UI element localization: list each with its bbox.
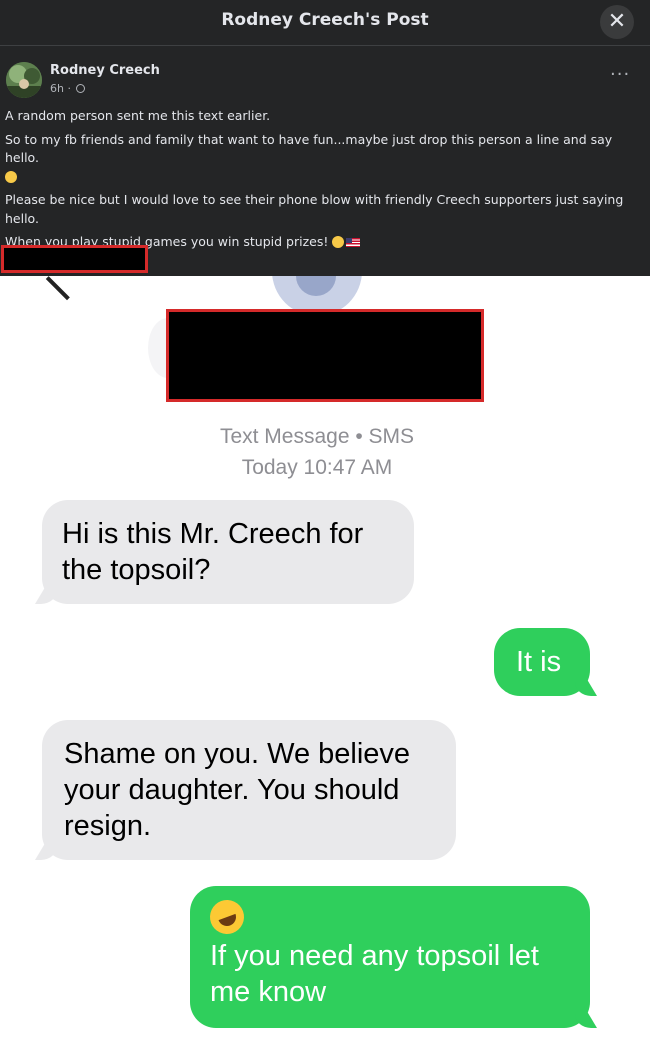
- meta-separator: ·: [67, 82, 71, 95]
- post-paragraph-text: So to my fb friends and family that want…: [5, 131, 613, 166]
- outgoing-message: If you need any topsoil let me know: [190, 886, 590, 1028]
- globe-icon: [76, 84, 86, 93]
- post-paragraph: So to my fb friends and family that want…: [5, 131, 641, 187]
- more-options-icon[interactable]: ···: [610, 66, 630, 84]
- back-chevron-icon: [45, 276, 89, 301]
- post-paragraph: Please be nice but I would love to see t…: [5, 192, 624, 226]
- post-title-bar: Rodney Creech's Post ✕: [0, 0, 650, 46]
- incoming-message: Shame on you. We believe your daughter. …: [42, 720, 456, 860]
- post-paragraph: A random person sent me this text earlie…: [5, 108, 271, 123]
- message-screenshot: Text Message • SMS Today 10:47 AM Hi is …: [0, 276, 650, 1055]
- author-avatar[interactable]: [6, 62, 42, 98]
- post-text: A random person sent me this text earlie…: [5, 107, 641, 257]
- laughing-emoji-icon: [332, 236, 345, 248]
- redacted-contact-name: [166, 309, 484, 402]
- post-title: Rodney Creech's Post: [221, 10, 429, 30]
- post-meta: 6h ·: [50, 82, 86, 95]
- service-label: Text Message • SMS: [219, 425, 415, 448]
- close-icon[interactable]: ✕: [600, 5, 634, 39]
- grimacing-emoji-icon: [5, 170, 17, 183]
- us-flag-icon: [346, 238, 361, 247]
- message-timestamp: Today 10:47 AM: [241, 456, 393, 479]
- author-name[interactable]: Rodney Creech: [50, 63, 160, 78]
- post-time[interactable]: 6h: [50, 82, 64, 95]
- incoming-message: Hi is this Mr. Creech for the topsoil?: [42, 500, 414, 604]
- facebook-post-panel: Rodney Creech's Post ✕ Rodney Creech 6h …: [0, 0, 650, 276]
- redaction-box: [1, 245, 148, 273]
- laughing-emoji-icon: [205, 895, 249, 939]
- outgoing-message: It is: [494, 628, 590, 696]
- outgoing-message-text: If you need any topsoil let me know: [210, 940, 539, 1008]
- avatar-photo: [6, 62, 42, 98]
